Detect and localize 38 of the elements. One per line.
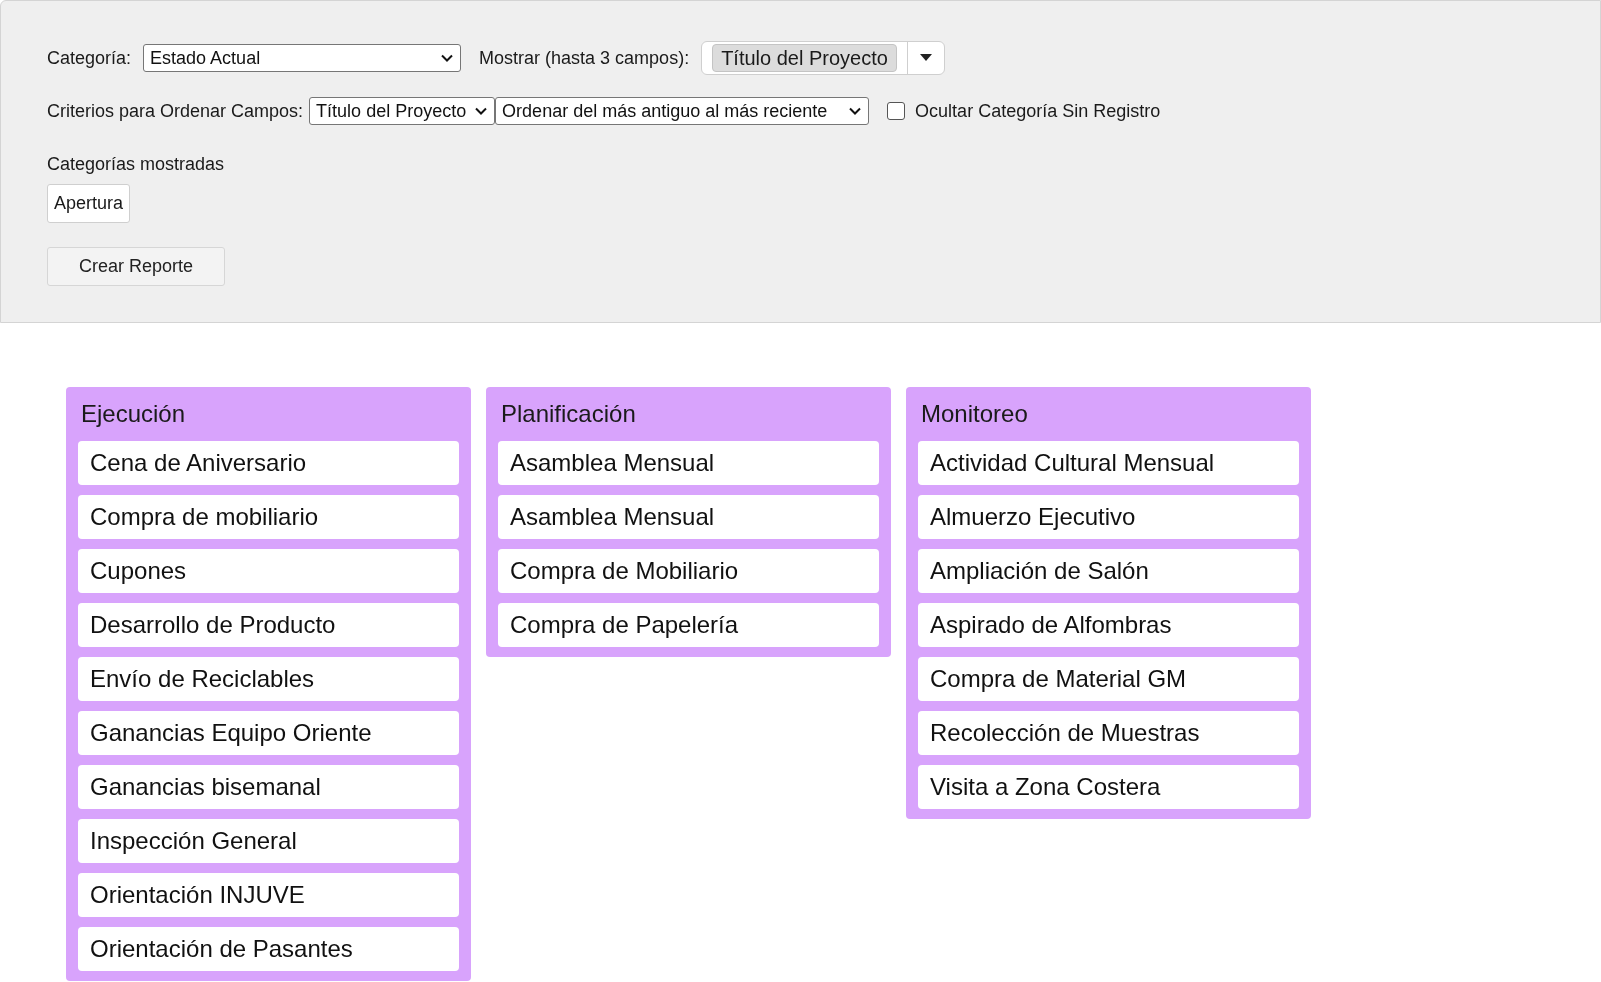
- category-chip[interactable]: Apertura: [47, 184, 131, 223]
- task-card[interactable]: Cupones: [78, 549, 459, 593]
- task-card[interactable]: Ampliación de Salón: [918, 549, 1299, 593]
- task-card[interactable]: Compra de Mobiliario: [498, 549, 879, 593]
- field-tag[interactable]: Título del Proyecto: [712, 44, 897, 72]
- task-card[interactable]: Asamblea Mensual: [498, 495, 879, 539]
- column-title: Monitoreo: [920, 399, 1029, 429]
- show-fields-label: Mostrar (hasta 3 campos):: [479, 46, 690, 70]
- sort-field-select[interactable]: Título del Proyecto: [309, 97, 496, 125]
- category-select[interactable]: Estado Actual: [143, 44, 462, 72]
- hide-empty-label: Ocultar Categoría Sin Registro: [915, 99, 1161, 123]
- show-fields-select[interactable]: Título del Proyecto: [701, 41, 945, 75]
- column-title: Ejecución: [80, 399, 187, 429]
- task-card[interactable]: Asamblea Mensual: [498, 441, 879, 485]
- shown-categories-label: Categorías mostradas: [47, 153, 226, 176]
- task-card[interactable]: Recolección de Muestras: [918, 711, 1299, 755]
- task-card[interactable]: Actividad Cultural Mensual: [918, 441, 1299, 485]
- category-label: Categoría:: [47, 46, 132, 70]
- task-card[interactable]: Almuerzo Ejecutivo: [918, 495, 1299, 539]
- task-card[interactable]: Orientación INJUVE: [78, 873, 459, 917]
- task-card[interactable]: Aspirado de Alfombras: [918, 603, 1299, 647]
- task-card[interactable]: Cena de Aniversario: [78, 441, 459, 485]
- task-card[interactable]: Orientación de Pasantes: [78, 927, 459, 971]
- task-card[interactable]: Inspección General: [78, 819, 459, 863]
- task-card[interactable]: Compra de Material GM: [918, 657, 1299, 701]
- task-card[interactable]: Visita a Zona Costera: [918, 765, 1299, 809]
- create-report-button[interactable]: Crear Reporte: [47, 247, 225, 286]
- hide-empty-checkbox[interactable]: [887, 102, 906, 120]
- task-card[interactable]: Envío de Reciclables: [78, 657, 459, 701]
- dropdown-arrow-icon[interactable]: [919, 54, 932, 62]
- task-card[interactable]: Compra de mobiliario: [78, 495, 459, 539]
- task-card[interactable]: Desarrollo de Producto: [78, 603, 459, 647]
- task-card[interactable]: Compra de Papelería: [498, 603, 879, 647]
- sort-order-select[interactable]: Ordenar del más antiguo al más reciente: [495, 97, 870, 125]
- task-card[interactable]: Ganancias bisemanal: [78, 765, 459, 809]
- task-card[interactable]: Ganancias Equipo Oriente: [78, 711, 459, 755]
- column-title: Planificación: [500, 399, 637, 429]
- sort-criteria-label: Criterios para Ordenar Campos:: [47, 99, 304, 123]
